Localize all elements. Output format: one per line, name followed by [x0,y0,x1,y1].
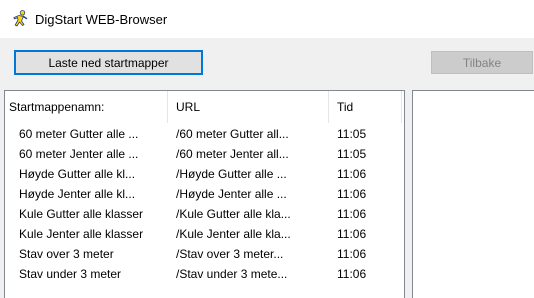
column-header-url[interactable]: URL [168,91,329,123]
cell-url: /60 meter Gutter all... [176,127,289,141]
cell-name: Stav under 3 meter [19,267,122,281]
table-row[interactable]: 60 meter Jenter alle ... /60 meter Jente… [5,144,404,164]
cell-name: Høyde Gutter alle kl... [19,167,136,181]
cell-time: 11:05 [337,147,367,161]
table-row[interactable]: Høyde Jenter alle kl... /Høyde Jenter al… [5,184,404,204]
cell-time: 11:05 [337,127,367,141]
table-row[interactable]: 60 meter Gutter alle ... /60 meter Gutte… [5,124,404,144]
cell-name: Kule Gutter alle klasser [19,207,144,221]
browser-view-pane[interactable] [412,90,534,298]
list-header: Startmappenamn: URL Tid [5,91,404,123]
cell-time: 11:06 [337,167,367,181]
cell-url: /Høyde Gutter alle ... [176,167,287,181]
cell-url: /Kule Gutter alle kla... [176,207,291,221]
cell-url: /Stav under 3 mete... [176,267,288,281]
table-row[interactable]: Kule Jenter alle klasser /Kule Jenter al… [5,224,404,244]
start-folder-list[interactable]: Startmappenamn: URL Tid 60 meter Gutter … [4,90,405,298]
cell-url: /Høyde Jenter alle ... [176,187,287,201]
cell-name: Høyde Jenter alle kl... [19,187,136,201]
running-person-icon [11,10,29,28]
download-start-folders-button[interactable]: Laste ned startmapper [14,50,203,75]
cell-url: /60 meter Jenter all... [176,147,289,161]
cell-url: /Kule Jenter alle kla... [176,227,291,241]
cell-name: 60 meter Jenter alle ... [19,147,139,161]
title-bar: DigStart WEB-Browser [0,0,534,38]
cell-time: 11:06 [337,267,367,281]
table-row[interactable]: Høyde Gutter alle kl... /Høyde Gutter al… [5,164,404,184]
cell-time: 11:06 [337,187,367,201]
column-header-time[interactable]: Tid [329,91,402,123]
table-row[interactable]: Stav over 3 meter /Stav over 3 meter... … [5,244,404,264]
back-button[interactable]: Tilbake [431,51,533,74]
cell-name: 60 meter Gutter alle ... [19,127,139,141]
cell-time: 11:06 [337,207,367,221]
column-header-name[interactable]: Startmappenamn: [5,91,168,123]
cell-url: /Stav over 3 meter... [176,247,284,261]
table-row[interactable]: Kule Gutter alle klasser /Kule Gutter al… [5,204,404,224]
cell-name: Kule Jenter alle klasser [19,227,144,241]
cell-time: 11:06 [337,247,367,261]
table-row[interactable]: Stav under 3 meter /Stav under 3 mete...… [5,264,404,284]
window-title: DigStart WEB-Browser [35,12,168,27]
cell-time: 11:06 [337,227,367,241]
cell-name: Stav over 3 meter [19,247,114,261]
